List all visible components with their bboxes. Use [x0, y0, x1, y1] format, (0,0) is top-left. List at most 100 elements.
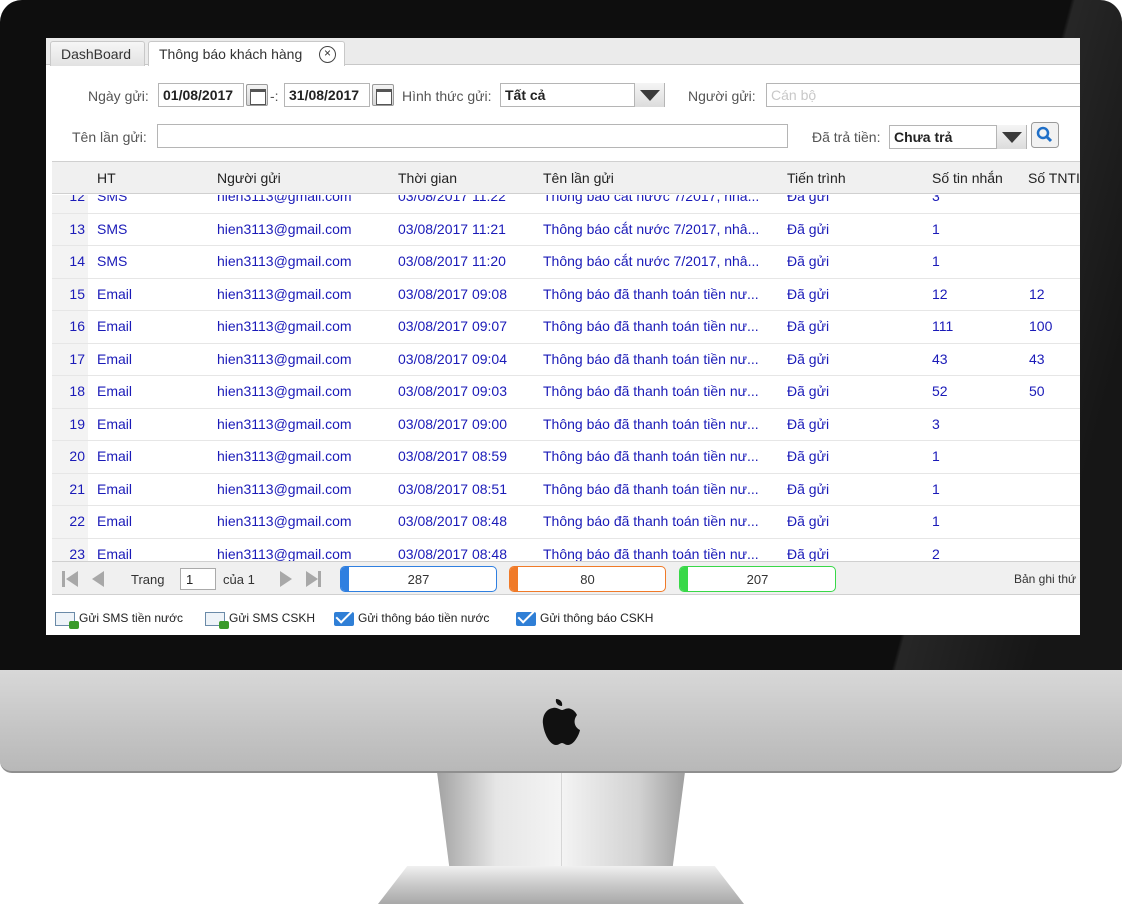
gui-sms-tien-nuoc-button[interactable]: Gửi SMS tiền nước — [55, 611, 183, 629]
cell-ten-lan-gui: Thông báo đã thanh toán tiền nư... — [543, 415, 759, 432]
table-row[interactable]: 13 SMS hien3113@gmail.com 03/08/2017 11:21 T… — [52, 213, 1080, 246]
column-header-so-tnt[interactable]: Số TNTI — [1028, 170, 1080, 186]
search-icon[interactable] — [1031, 122, 1059, 148]
cell-thoi-gian: 03/08/2017 11:22 — [398, 195, 506, 204]
cell-thoi-gian: 03/08/2017 09:00 — [398, 415, 507, 432]
row-number: 20 — [69, 448, 85, 464]
cell-nguoi-gui: hien3113@gmail.com — [217, 480, 352, 497]
row-number: 16 — [69, 318, 85, 334]
cell-thoi-gian: 03/08/2017 11:21 — [398, 220, 506, 237]
table-row[interactable]: 21 Email hien3113@gmail.com 03/08/2017 08:5… — [52, 473, 1080, 506]
cell-thoi-gian: 03/08/2017 09:04 — [398, 350, 507, 367]
cell-tien-trinh: Đã gửi — [787, 350, 830, 367]
cell-nguoi-gui: hien3113@gmail.com — [217, 253, 352, 269]
ngay-gui-label: Ngày gửi: — [88, 88, 149, 104]
row-number-cell: 19 — [52, 408, 88, 440]
gui-thong-bao-cskh-label: Gửi thông báo CSKH — [540, 611, 654, 625]
cell-nguoi-gui: hien3113@gmail.com — [217, 415, 352, 432]
next-page-icon[interactable] — [278, 571, 296, 587]
row-number: 17 — [69, 350, 85, 367]
table-row[interactable]: 23 Email hien3113@gmail.com 03/08/2017 08:4… — [52, 538, 1080, 562]
tab-thong-bao-khach-hang[interactable]: Thông báo khách hàng × — [148, 41, 345, 66]
date-to-input[interactable]: 31/08/2017 — [284, 83, 370, 107]
cell-thoi-gian: 03/08/2017 09:03 — [398, 383, 507, 399]
hinh-thuc-gui-select[interactable]: Tất cả — [500, 83, 665, 107]
page-of-label: của 1 — [223, 572, 255, 587]
cell-nguoi-gui: hien3113@gmail.com — [217, 448, 352, 464]
last-page-icon[interactable] — [304, 571, 322, 587]
row-number-cell: 15 — [52, 278, 88, 310]
table-row[interactable]: 19 Email hien3113@gmail.com 03/08/2017 09:0… — [52, 408, 1080, 441]
cell-nguoi-gui: hien3113@gmail.com — [217, 318, 352, 334]
records-label: Bản ghi thứ — [1014, 572, 1077, 586]
column-header-ten-lan-gui[interactable]: Tên lần gửi — [543, 170, 614, 186]
chevron-down-icon[interactable] — [634, 83, 664, 107]
close-tab-icon[interactable]: × — [319, 46, 336, 63]
gui-thong-bao-tien-nuoc-button[interactable]: Gửi thông báo tiền nước — [334, 611, 489, 626]
first-page-icon[interactable] — [62, 571, 80, 587]
calendar-from-icon[interactable] — [246, 84, 268, 106]
row-number: 13 — [69, 220, 85, 237]
row-number: 14 — [69, 253, 85, 269]
table-row[interactable]: 15 Email hien3113@gmail.com 03/08/2017 09:0… — [52, 278, 1080, 311]
cell-ht: SMS — [97, 253, 128, 269]
table-row[interactable]: 14 SMS hien3113@gmail.com 03/08/2017 11:20 T… — [52, 246, 1080, 279]
row-number: 21 — [69, 480, 85, 497]
date-from-input[interactable]: 01/08/2017 — [158, 83, 244, 107]
column-header-thoi-gian[interactable]: Thời gian — [398, 170, 457, 186]
chevron-down-icon[interactable] — [996, 125, 1026, 149]
column-header-nguoi-gui[interactable]: Người gửi — [217, 170, 281, 186]
cell-tien-trinh: Đã gửi — [787, 480, 830, 497]
cell-ht: Email — [97, 513, 133, 529]
cell-ten-lan-gui: Thông báo cắt nước 7/2017, nhâ... — [543, 220, 760, 237]
cell-ten-lan-gui: Thông báo đã thanh toán tiền nư... — [543, 350, 759, 367]
table-row[interactable]: 17 Email hien3113@gmail.com 03/08/2017 09:0… — [52, 343, 1080, 376]
gui-sms-cskh-button[interactable]: Gửi SMS CSKH — [205, 611, 315, 629]
cell-tien-trinh: Đã gửi — [787, 383, 830, 399]
cell-thoi-gian: 03/08/2017 08:59 — [398, 448, 507, 464]
calendar-to-icon[interactable] — [372, 84, 394, 106]
cell-tien-trinh: Đã gửi — [787, 253, 830, 269]
cell-ten-lan-gui: Thông báo đã thanh toán tiền nư... — [543, 285, 759, 302]
da-tra-tien-label: Đã trả tiền: — [812, 129, 881, 145]
da-tra-tien-select[interactable]: Chưa trả — [889, 125, 1027, 149]
row-number: 18 — [69, 383, 85, 399]
cell-tien-trinh: Đã gửi — [787, 448, 830, 464]
prev-page-icon[interactable] — [88, 571, 106, 587]
cell-so-tin-nhan: 1 — [932, 253, 940, 269]
cell-ht: Email — [97, 415, 133, 432]
nguoi-gui-input[interactable]: Cán bộ — [766, 83, 1080, 107]
table-row[interactable]: 18 Email hien3113@gmail.com 03/08/2017 09:0… — [52, 376, 1080, 409]
cell-so-tin-nhan: 1 — [932, 513, 940, 529]
cell-so-tin-nhan: 1 — [932, 480, 940, 497]
ten-lan-gui-input[interactable] — [157, 124, 788, 148]
row-number: 22 — [69, 513, 85, 529]
table-row[interactable]: 12 SMS hien3113@gmail.com 03/08/2017 11:22 T… — [52, 195, 1080, 214]
monitor-stand-base — [378, 866, 744, 904]
column-header-tien-trinh[interactable]: Tiến trình — [787, 170, 846, 186]
cell-ht: Email — [97, 545, 133, 562]
cell-ten-lan-gui: Thông báo đã thanh toán tiền nư... — [543, 383, 759, 399]
cell-so-tnt: 100 — [1029, 318, 1053, 334]
table-row[interactable]: 16 Email hien3113@gmail.com 03/08/2017 09:0… — [52, 311, 1080, 344]
row-number: 23 — [69, 545, 85, 562]
cell-thoi-gian: 03/08/2017 08:48 — [398, 513, 507, 529]
count-box-orange: 80 — [509, 566, 666, 592]
hinh-thuc-gui-value: Tất cả — [505, 87, 546, 103]
page-number-input[interactable]: 1 — [180, 568, 216, 590]
row-number-cell: 16 — [52, 311, 88, 343]
row-number-cell: 14 — [52, 246, 88, 278]
column-header-so-tin-nhan[interactable]: Số tin nhắn — [932, 170, 1003, 186]
mail-icon — [334, 611, 354, 626]
cell-thoi-gian: 03/08/2017 11:20 — [398, 253, 506, 269]
cell-ten-lan-gui: Thông báo đã thanh toán tiền nư... — [543, 448, 759, 464]
cell-so-tin-nhan: 2 — [932, 545, 940, 562]
tab-dashboard-label: DashBoard — [61, 46, 132, 62]
table-row[interactable]: 20 Email hien3113@gmail.com 03/08/2017 08:5… — [52, 441, 1080, 474]
cell-ten-lan-gui: Thông báo đã thanh toán tiền nư... — [543, 513, 759, 529]
column-header-ht[interactable]: HT — [97, 170, 116, 186]
row-number: 12 — [69, 195, 85, 204]
table-row[interactable]: 22 Email hien3113@gmail.com 03/08/2017 08:4… — [52, 506, 1080, 539]
tab-dashboard[interactable]: DashBoard — [50, 41, 145, 66]
gui-thong-bao-cskh-button[interactable]: Gửi thông báo CSKH — [516, 611, 653, 626]
